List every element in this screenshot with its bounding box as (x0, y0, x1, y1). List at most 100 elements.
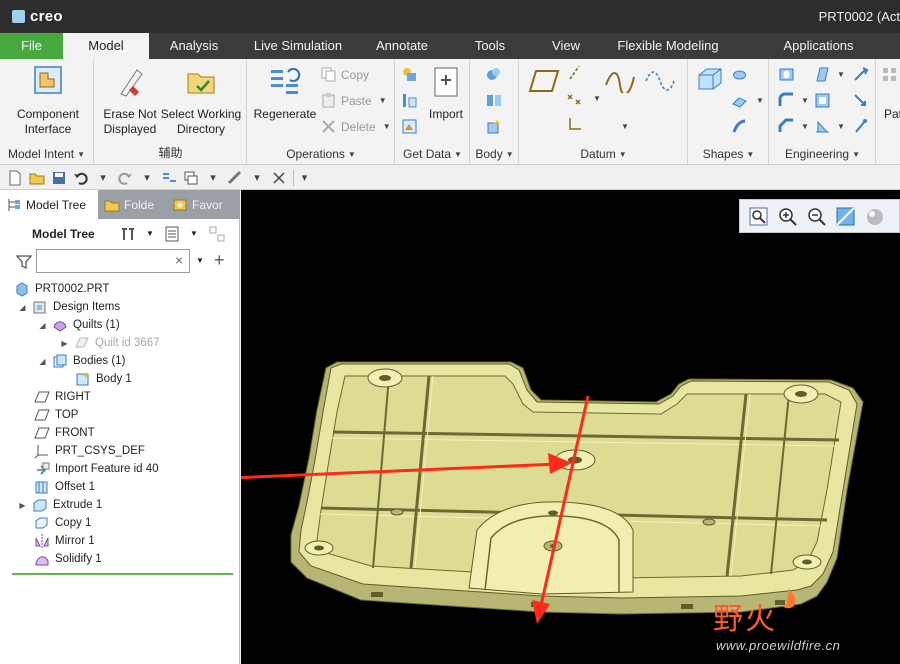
customize-toolbar-icon[interactable]: ▾ (293, 169, 309, 186)
windows-icon[interactable] (183, 170, 199, 186)
tree-node-quilt-id[interactable]: ▶ Quilt id 3667 (60, 334, 159, 352)
tab-model[interactable]: Model (63, 33, 149, 59)
curve-icon[interactable] (644, 69, 676, 93)
tree-node-root[interactable]: PRT0002.PRT (14, 280, 109, 298)
shrinkwrap-icon[interactable] (401, 118, 418, 135)
chevron-down-icon[interactable]: ▼ (146, 229, 154, 238)
tab-tools[interactable]: Tools (447, 33, 533, 59)
add-filter-icon[interactable]: + (214, 250, 225, 271)
tab-annotate[interactable]: Annotate (357, 33, 447, 59)
filter-icon[interactable] (15, 253, 33, 271)
copy-geometry-icon[interactable] (401, 92, 418, 109)
round-icon[interactable] (778, 92, 795, 109)
tree-node-design-items[interactable]: ◢ Design Items (18, 298, 120, 316)
chevron-down-icon[interactable]: ▼ (621, 122, 629, 131)
tree-node-body1[interactable]: Body 1 (75, 370, 132, 388)
user-defined-feature-icon[interactable] (401, 66, 418, 83)
chevron-down-icon[interactable]: ▼ (196, 256, 204, 265)
undo-icon[interactable] (73, 170, 89, 186)
datum-plane-icon[interactable] (528, 69, 560, 93)
tree-settings-icon[interactable] (119, 225, 137, 243)
tree-node-quilts[interactable]: ◢ Quilts (1) (38, 316, 120, 334)
tab-file[interactable]: File (0, 33, 63, 59)
shell-icon[interactable] (814, 92, 831, 109)
tree-node-right[interactable]: RIGHT (34, 388, 91, 406)
redo-icon[interactable] (117, 170, 133, 186)
extrude-icon[interactable] (693, 65, 723, 95)
tab-favorites[interactable]: Favor (166, 190, 240, 219)
coordinate-system-icon[interactable] (566, 116, 583, 133)
tree-filter-icon[interactable] (208, 225, 226, 243)
chevron-down-icon[interactable]: ▾ (95, 170, 111, 186)
delete-button[interactable]: Delete ▼ (320, 118, 391, 135)
tab-view[interactable]: View (533, 33, 599, 59)
toroidal-bend-icon[interactable] (852, 66, 869, 83)
regenerate-small-icon[interactable] (161, 170, 177, 186)
datum-dropdown[interactable]: Datum ▼ (520, 147, 687, 161)
tree-node-solidify[interactable]: Solidify 1 (34, 550, 102, 568)
datum-axis-icon[interactable] (566, 64, 583, 81)
open-folder-icon[interactable] (29, 170, 45, 186)
chevron-down-icon[interactable]: ▼ (593, 94, 601, 103)
chevron-down-icon[interactable]: ▼ (837, 70, 845, 79)
select-working-directory-button[interactable]: Select Working Directory (157, 64, 245, 137)
chevron-down-icon[interactable]: ▾ (205, 170, 221, 186)
draft-icon[interactable] (814, 66, 831, 83)
chevron-down-icon[interactable]: ▾ (249, 170, 265, 186)
tree-node-csys[interactable]: PRT_CSYS_DEF (34, 442, 145, 460)
revolve-icon[interactable] (731, 66, 748, 83)
tab-applications[interactable]: Applications (737, 33, 900, 59)
chevron-down-icon[interactable]: ▼ (801, 96, 809, 105)
tab-live-simulation[interactable]: Live Simulation (239, 33, 357, 59)
swept-blend-icon[interactable] (731, 118, 748, 135)
show-columns-icon[interactable] (163, 225, 181, 243)
tab-analysis[interactable]: Analysis (149, 33, 239, 59)
hole-icon[interactable] (778, 66, 795, 83)
chamfer-icon[interactable] (778, 118, 795, 135)
component-interface-button[interactable]: Component Interface (6, 64, 90, 137)
cosmetic-thread-icon[interactable] (852, 118, 869, 135)
pattern-label[interactable]: Pat (884, 107, 900, 121)
spinal-bend-icon[interactable] (852, 92, 869, 109)
collapse-icon[interactable]: ◢ (38, 321, 47, 330)
datum-point-icon[interactable] (566, 90, 583, 107)
new-file-icon[interactable] (7, 170, 23, 186)
erase-not-displayed-button[interactable]: Erase Not Displayed (99, 64, 161, 137)
copy-button[interactable]: Copy (320, 66, 369, 83)
get-data-dropdown[interactable]: Get Data ▼ (396, 147, 469, 161)
chevron-down-icon[interactable]: ▾ (139, 170, 155, 186)
paste-button[interactable]: Paste ▼ (320, 92, 387, 109)
save-icon[interactable] (51, 170, 67, 186)
tree-search-input[interactable] (36, 249, 190, 273)
measure-icon[interactable] (227, 170, 243, 186)
tree-node-top[interactable]: TOP (34, 406, 78, 424)
new-body-icon[interactable] (485, 118, 502, 135)
chevron-down-icon[interactable]: ▼ (190, 229, 198, 238)
chevron-down-icon[interactable]: ▼ (756, 96, 764, 105)
close-window-icon[interactable] (271, 170, 287, 186)
insert-here-indicator[interactable] (12, 573, 233, 575)
tree-node-mirror[interactable]: Mirror 1 (34, 532, 95, 550)
boolean-operations-icon[interactable] (485, 66, 502, 83)
operations-dropdown[interactable]: Operations ▼ (248, 147, 394, 161)
rib-icon[interactable] (814, 118, 831, 135)
tree-node-copy[interactable]: Copy 1 (34, 514, 91, 532)
collapse-icon[interactable]: ◢ (18, 303, 27, 312)
tab-flexible-modeling[interactable]: Flexible Modeling (599, 33, 737, 59)
shapes-dropdown[interactable]: Shapes ▼ (689, 147, 768, 161)
sketch-icon[interactable] (604, 69, 636, 93)
chevron-down-icon[interactable]: ▼ (801, 122, 809, 131)
tree-node-offset[interactable]: Offset 1 (34, 478, 95, 496)
pattern-icon[interactable] (881, 66, 898, 83)
body-dropdown[interactable]: Body ▼ (471, 147, 518, 161)
tree-node-extrude[interactable]: ▶ Extrude 1 (18, 496, 102, 514)
expand-icon[interactable]: ▶ (60, 339, 69, 348)
clear-search-icon[interactable]: × (175, 252, 183, 268)
regenerate-button[interactable]: Regenerate (252, 64, 318, 122)
model-intent-dropdown[interactable]: Model Intent ▼ (0, 147, 93, 161)
sweep-icon[interactable] (731, 92, 748, 109)
tab-model-tree[interactable]: Model Tree (0, 190, 98, 219)
tab-folder-browser[interactable]: Folde (98, 190, 166, 219)
tree-node-import-feature[interactable]: Import Feature id 40 (34, 460, 159, 478)
expand-icon[interactable]: ▶ (18, 501, 27, 510)
